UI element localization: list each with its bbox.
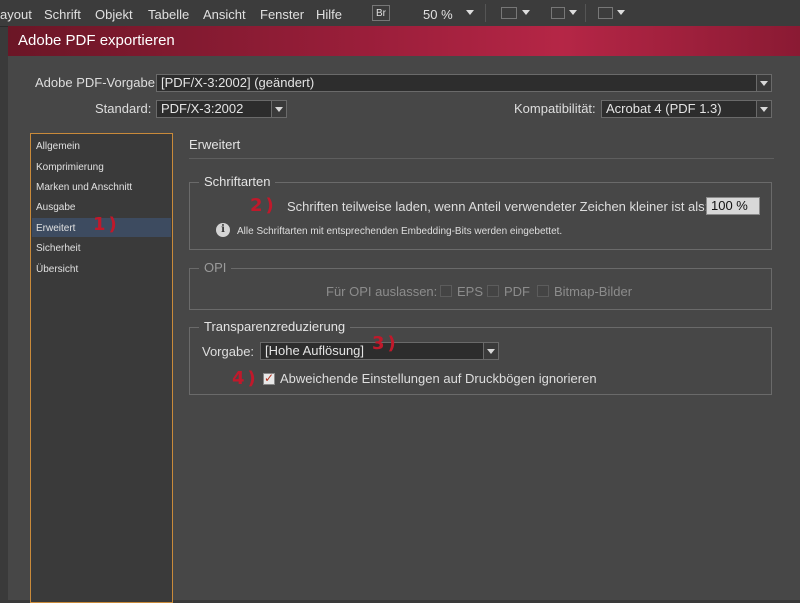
category-sidebar: Allgemein Komprimierung Marken und Ansch… xyxy=(30,133,173,603)
export-pdf-dialog: Adobe PDF exportieren Adobe PDF-Vorgabe:… xyxy=(8,26,800,603)
zoom-dropdown-icon[interactable] xyxy=(466,10,474,15)
preset-dropdown[interactable]: [PDF/X-3:2002] (geändert) xyxy=(156,74,772,92)
fonts-group: Schriftarten 2) Schriften teilweise lade… xyxy=(189,174,772,250)
standard-label: Standard: xyxy=(95,101,152,116)
annotation-marker-2: 2) xyxy=(250,195,277,216)
menu-objekt[interactable]: Objekt xyxy=(95,7,133,22)
sidebar-item-ausgabe[interactable]: Ausgabe xyxy=(36,202,75,213)
menu-bar: ayout Schrift Objekt Tabelle Ansicht Fen… xyxy=(0,0,800,27)
annotation-marker-1: 1) xyxy=(93,214,120,235)
opi-eps-checkbox[interactable] xyxy=(440,285,452,297)
bridge-button[interactable]: Br xyxy=(372,5,390,21)
flattener-preset-value: [Hohe Auflösung] xyxy=(265,343,365,358)
chevron-down-icon[interactable] xyxy=(756,101,771,117)
standard-value: PDF/X-3:2002 xyxy=(161,101,244,116)
screen-mode-dropdown-icon[interactable] xyxy=(569,10,577,15)
ignore-spread-overrides-label: Abweichende Einstellungen auf Druckbögen… xyxy=(280,371,597,386)
sidebar-item-sicherheit[interactable]: Sicherheit xyxy=(36,243,80,254)
fonts-group-title: Schriftarten xyxy=(199,174,276,189)
preset-value: [PDF/X-3:2002] (geändert) xyxy=(161,75,315,90)
font-embedding-info: Alle Schriftarten mit entsprechenden Emb… xyxy=(237,226,563,237)
arrange-documents-icon[interactable] xyxy=(598,7,613,19)
opi-group-title: OPI xyxy=(199,260,232,275)
opi-eps-label: EPS xyxy=(457,284,484,299)
font-subset-threshold-value: 100 % xyxy=(711,198,748,213)
annotation-marker-4: 4) xyxy=(232,368,259,389)
sidebar-item-komprimierung[interactable]: Komprimierung xyxy=(36,162,104,173)
opi-omit-label: Für OPI auslassen: xyxy=(326,284,438,299)
sidebar-item-allgemein[interactable]: Allgemein xyxy=(36,141,80,152)
menu-tabelle[interactable]: Tabelle xyxy=(148,7,189,22)
compatibility-dropdown[interactable]: Acrobat 4 (PDF 1.3) xyxy=(601,100,772,118)
font-subset-label: Schriften teilweise laden, wenn Anteil v… xyxy=(287,199,709,214)
opi-group: OPI Für OPI auslassen: EPS PDF Bitmap-Bi… xyxy=(189,260,772,310)
menu-fenster[interactable]: Fenster xyxy=(260,7,304,22)
arrange-dropdown-icon[interactable] xyxy=(617,10,625,15)
chevron-down-icon[interactable] xyxy=(483,343,498,359)
menu-layout[interactable]: ayout xyxy=(0,7,32,22)
sidebar-item-uebersicht[interactable]: Übersicht xyxy=(36,264,78,275)
opi-bitmap-label: Bitmap-Bilder xyxy=(554,284,633,299)
dialog-titlebar[interactable]: Adobe PDF exportieren xyxy=(8,26,800,56)
font-subset-threshold-input[interactable]: 100 % xyxy=(706,197,760,215)
sidebar-item-marken[interactable]: Marken und Anschnitt xyxy=(36,182,132,193)
dialog-title: Adobe PDF exportieren xyxy=(18,32,175,49)
annotation-marker-3: 3) xyxy=(372,333,399,354)
chevron-down-icon[interactable] xyxy=(756,75,771,91)
panel-heading: Erweitert xyxy=(189,137,241,152)
sidebar-item-erweitert[interactable]: Erweitert xyxy=(36,223,75,234)
preset-label: Adobe PDF-Vorgabe: xyxy=(35,75,159,90)
menu-schrift[interactable]: Schrift xyxy=(44,7,81,22)
transparency-group: Transparenzreduzierung Vorgabe: [Hohe Au… xyxy=(189,319,772,395)
compatibility-label: Kompatibilität: xyxy=(514,101,596,116)
opi-pdf-label: PDF xyxy=(504,284,530,299)
standard-dropdown[interactable]: PDF/X-3:2002 xyxy=(156,100,287,118)
opi-pdf-checkbox[interactable] xyxy=(487,285,499,297)
panel-divider xyxy=(189,158,774,159)
view-options-icon[interactable] xyxy=(501,7,517,19)
ignore-spread-overrides-checkbox[interactable] xyxy=(263,371,275,385)
chevron-down-icon[interactable] xyxy=(271,101,286,117)
view-options-dropdown-icon[interactable] xyxy=(522,10,530,15)
compatibility-value: Acrobat 4 (PDF 1.3) xyxy=(606,101,722,116)
info-icon: i xyxy=(216,223,230,237)
transparency-group-title: Transparenzreduzierung xyxy=(199,319,351,334)
opi-bitmap-checkbox[interactable] xyxy=(537,285,549,297)
flattener-preset-label: Vorgabe: xyxy=(202,344,255,359)
menu-ansicht[interactable]: Ansicht xyxy=(203,7,246,22)
toolbar-separator xyxy=(485,4,486,22)
menu-hilfe[interactable]: Hilfe xyxy=(316,7,342,22)
toolbar-separator xyxy=(585,4,586,22)
zoom-level[interactable]: 50 % xyxy=(423,7,453,22)
screen-mode-icon[interactable] xyxy=(551,7,565,19)
